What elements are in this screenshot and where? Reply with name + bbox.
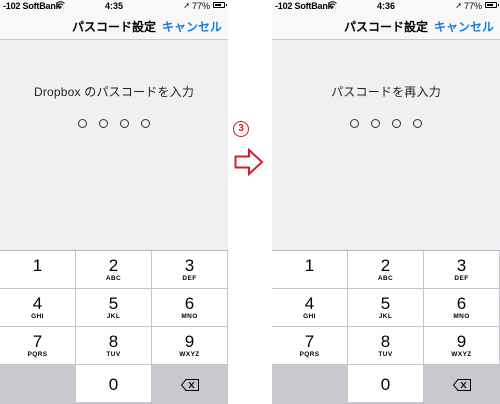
nav-bar: パスコード設定 キャンセル — [272, 12, 500, 40]
key-digit: 0 — [380, 375, 391, 394]
key-digit: 3 — [456, 256, 467, 275]
key-digit: 6 — [456, 294, 467, 313]
key-digit: 2 — [108, 256, 119, 275]
status-bar: -102 SoftBank 4:36 ➚ 77% — [272, 0, 500, 12]
key-6[interactable]: 6 MNO — [152, 289, 228, 327]
passcode-dot — [350, 119, 359, 128]
key-digit: 7 — [32, 332, 43, 351]
key-letters: DEF — [454, 275, 469, 282]
key-4[interactable]: 4 GHI — [0, 289, 76, 327]
right-arrow-icon — [234, 147, 264, 181]
key-0[interactable]: 0 — [348, 365, 424, 403]
key-2[interactable]: 2 ABC — [348, 251, 424, 289]
keypad: 1 2 ABC 3 DEF 4 GHI 5 JKL 6 MNO 7 PQRS 8 TUV 9 WXYZ 0 — [0, 250, 228, 404]
key-letters: ABC — [105, 275, 122, 282]
key-1[interactable]: 1 — [272, 251, 348, 289]
right-screen: -102 SoftBank 4:36 ➚ 77% パスコード設定 キャンセル パ… — [272, 0, 500, 404]
keypad: 1 2 ABC 3 DEF 4 GHI 5 JKL 6 MNO 7 PQRS 8 TUV 9 WXYZ 0 — [272, 250, 500, 404]
passcode-dot — [371, 119, 380, 128]
delete-button[interactable] — [152, 365, 228, 403]
passcode-dots — [272, 119, 500, 128]
key-digit: 4 — [304, 294, 315, 313]
key-4[interactable]: 4 GHI — [272, 289, 348, 327]
key-5[interactable]: 5 JKL — [76, 289, 152, 327]
key-letters: TUV — [378, 351, 393, 358]
left-screen: -102 SoftBank 4:35 ➚ 77% パスコード設定 キャンセル D… — [0, 0, 228, 404]
passcode-prompt: パスコードを再入力 — [331, 85, 441, 99]
key-6[interactable]: 6 MNO — [424, 289, 500, 327]
key-9[interactable]: 9 WXYZ — [424, 327, 500, 365]
status-bar: -102 SoftBank 4:35 ➚ 77% — [0, 0, 228, 12]
key-7[interactable]: 7 PQRS — [0, 327, 76, 365]
key-digit: 9 — [456, 332, 467, 351]
keypad-blank — [272, 365, 348, 403]
battery-fill — [487, 4, 493, 6]
key-1[interactable]: 1 — [0, 251, 76, 289]
location-icon: ➚ — [455, 1, 462, 10]
key-letters: MNO — [453, 313, 470, 320]
key-letters: JKL — [106, 313, 121, 320]
key-digit: 5 — [108, 294, 119, 313]
key-digit: 3 — [184, 256, 195, 275]
key-letters: TUV — [106, 351, 121, 358]
passcode-dot — [78, 119, 87, 128]
key-letters: PQRS — [299, 351, 320, 358]
passcode-dots — [0, 119, 228, 128]
key-digit: 1 — [32, 256, 43, 275]
key-letters: WXYZ — [451, 351, 472, 358]
battery-icon — [213, 2, 227, 8]
passcode-dot — [392, 119, 401, 128]
battery-icon — [485, 2, 499, 8]
key-letters: GHI — [303, 313, 316, 320]
key-8[interactable]: 8 TUV — [348, 327, 424, 365]
key-letters: DEF — [182, 275, 197, 282]
key-digit: 4 — [32, 294, 43, 313]
key-digit: 8 — [380, 332, 391, 351]
key-9[interactable]: 9 WXYZ — [152, 327, 228, 365]
battery-fill — [215, 4, 221, 6]
passcode-prompt: Dropbox のパスコードを入力 — [33, 85, 195, 99]
key-digit: 2 — [380, 256, 391, 275]
key-0[interactable]: 0 — [76, 365, 152, 403]
key-letters: MNO — [181, 313, 198, 320]
battery-percent: 77% — [463, 1, 482, 11]
backspace-icon — [180, 378, 199, 396]
nav-bar: パスコード設定 キャンセル — [0, 12, 228, 40]
key-5[interactable]: 5 JKL — [348, 289, 424, 327]
key-letters: PQRS — [27, 351, 48, 358]
passcode-dot — [120, 119, 129, 128]
cancel-button[interactable]: キャンセル — [434, 18, 494, 35]
battery-percent: 77% — [191, 1, 210, 11]
key-digit: 0 — [108, 375, 119, 394]
key-letters: JKL — [378, 313, 393, 320]
delete-button[interactable] — [424, 365, 500, 403]
key-digit: 7 — [304, 332, 315, 351]
passcode-dot — [413, 119, 422, 128]
key-8[interactable]: 8 TUV — [76, 327, 152, 365]
key-digit: 6 — [184, 294, 195, 313]
key-digit: 8 — [108, 332, 119, 351]
key-letters: ABC — [377, 275, 394, 282]
step-number-badge: 3 — [233, 121, 249, 137]
keypad-blank — [0, 365, 76, 403]
key-3[interactable]: 3 DEF — [424, 251, 500, 289]
location-icon: ➚ — [183, 1, 190, 10]
passcode-dot — [141, 119, 150, 128]
key-digit: 5 — [380, 294, 391, 313]
passcode-dot — [99, 119, 108, 128]
key-2[interactable]: 2 ABC — [76, 251, 152, 289]
key-letters: GHI — [31, 313, 44, 320]
key-3[interactable]: 3 DEF — [152, 251, 228, 289]
key-7[interactable]: 7 PQRS — [272, 327, 348, 365]
cancel-button[interactable]: キャンセル — [162, 18, 222, 35]
key-digit: 1 — [304, 256, 315, 275]
key-letters: WXYZ — [179, 351, 200, 358]
key-digit: 9 — [184, 332, 195, 351]
backspace-icon — [452, 378, 471, 396]
